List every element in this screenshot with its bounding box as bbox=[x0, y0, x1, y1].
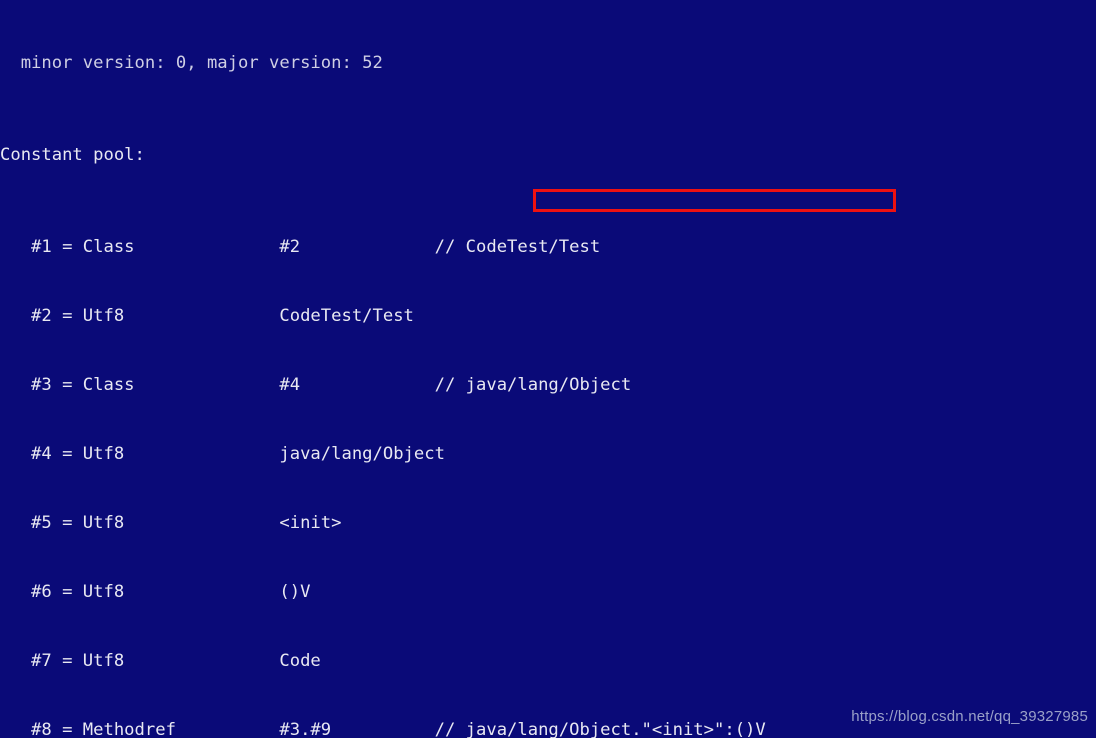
constant-pool-entry-2: #2 = Utf8 CodeTest/Test bbox=[0, 306, 414, 326]
terminal-output[interactable]: minor version: 0, major version: 52 Cons… bbox=[0, 0, 1096, 738]
constant-pool-entry-5: #5 = Utf8 <init> bbox=[0, 513, 342, 533]
constant-pool-entry-3: #3 = Class #4 // java/lang/Object bbox=[0, 375, 632, 395]
terminal-window: minor version: 0, major version: 52 Cons… bbox=[0, 0, 1096, 738]
constant-pool-entry-1: #1 = Class #2 // CodeTest/Test bbox=[0, 237, 601, 257]
constant-pool-entry-4: #4 = Utf8 java/lang/Object bbox=[0, 444, 445, 464]
terminal-line-constant-pool-header: Constant pool: bbox=[0, 145, 145, 165]
constant-pool-entry-6: #6 = Utf8 ()V bbox=[0, 582, 311, 602]
constant-pool-entry-7: #7 = Utf8 Code bbox=[0, 651, 321, 671]
watermark-url: https://blog.csdn.net/qq_39327985 bbox=[851, 708, 1088, 725]
terminal-line-scrolled-off: minor version: 0, major version: 52 bbox=[0, 53, 383, 73]
